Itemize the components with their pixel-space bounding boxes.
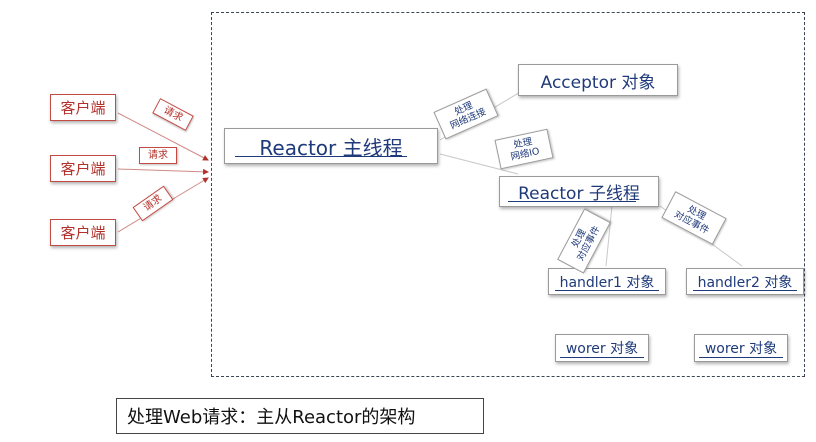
worker2-underline <box>699 357 783 358</box>
handler2-node: handler2 对象 <box>686 268 804 295</box>
worker1-underline <box>560 357 644 358</box>
request-label-2: 请求 <box>139 147 177 164</box>
client-label: 客户端 <box>60 224 106 242</box>
client-box-3: 客户端 <box>50 219 116 246</box>
request-arrow-2 <box>117 168 209 175</box>
edge-sub-to-handler1 <box>605 205 613 267</box>
main-reactor-node: Reactor 主线程 <box>224 128 438 164</box>
client-label: 客户端 <box>60 160 106 178</box>
diagram-caption: 处理Web请求：主从Reactor的架构 <box>116 398 484 434</box>
worker2-node: worer 对象 <box>694 334 788 362</box>
sub-reactor-node: Reactor 子线程 <box>499 176 659 207</box>
sub-reactor-underline <box>508 201 636 202</box>
client-box-2: 客户端 <box>50 155 116 182</box>
worker1-node: worer 对象 <box>555 334 649 362</box>
handler1-node: handler1 对象 <box>548 268 666 295</box>
acceptor-node: Acceptor 对象 <box>518 64 678 96</box>
handler1-underline <box>555 290 659 291</box>
client-box-1: 客户端 <box>50 94 116 121</box>
main-reactor-underline <box>235 156 407 157</box>
client-label: 客户端 <box>60 99 106 117</box>
handler2-underline <box>693 290 797 291</box>
